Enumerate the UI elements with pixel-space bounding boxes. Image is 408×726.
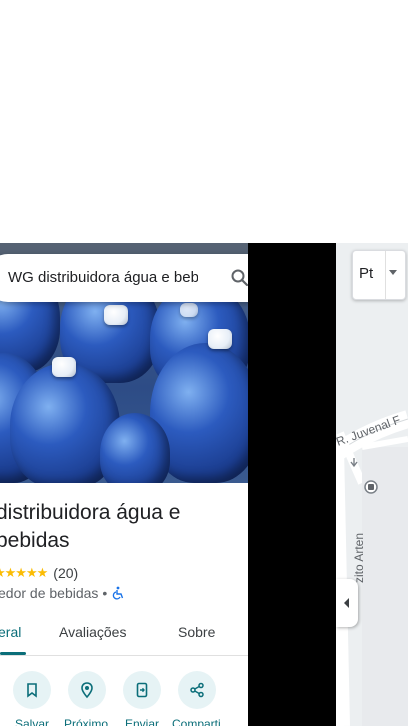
wheelchair-accessible-icon xyxy=(111,586,125,600)
chevron-down-icon[interactable] xyxy=(389,270,397,275)
share-button[interactable] xyxy=(178,671,216,709)
search-icon[interactable] xyxy=(230,268,250,288)
bookmark-icon xyxy=(27,683,37,698)
category-separator: • xyxy=(102,585,108,601)
category-row: edor de bebidas • xyxy=(0,584,125,602)
street-label-arten: zito Arten xyxy=(352,533,366,583)
map-roads: R. Juvenal F zito Arten xyxy=(336,410,408,726)
nearby-icon xyxy=(81,682,93,699)
save-label: Salvar xyxy=(15,717,50,726)
tab-about[interactable]: Sobre xyxy=(178,613,215,655)
place-category[interactable]: edor de bebidas xyxy=(0,585,98,601)
tab-overview[interactable]: eral xyxy=(0,613,21,655)
save-button[interactable] xyxy=(13,671,51,709)
chevron-left-icon xyxy=(344,598,349,608)
place-tabs: eral Avaliações Sobre xyxy=(0,613,248,656)
tab-reviews[interactable]: Avaliações xyxy=(59,613,126,655)
top-blank-area xyxy=(0,0,408,243)
rating-row[interactable]: ★★★★★ (20) xyxy=(0,564,78,582)
review-count[interactable]: (20) xyxy=(53,565,78,581)
bottle-cap xyxy=(180,303,198,317)
action-buttons: Salvar Próximo Enviar Comparti xyxy=(0,671,248,726)
send-to-phone-icon xyxy=(136,682,148,698)
send-to-phone-button[interactable] xyxy=(123,671,161,709)
nearby-button[interactable] xyxy=(68,671,106,709)
panel-gap xyxy=(248,243,336,726)
place-panel: distribuidora água e bebidas ★★★★★ (20) … xyxy=(0,243,248,726)
language-label: Pt xyxy=(359,265,374,282)
active-tab-indicator xyxy=(0,652,26,655)
collapse-panel-button[interactable] xyxy=(336,579,358,627)
language-divider xyxy=(385,251,386,299)
bottle-image xyxy=(100,413,170,483)
bottle-cap xyxy=(208,329,232,349)
rating-stars: ★★★★★ xyxy=(0,565,48,580)
bottle-cap xyxy=(52,357,76,377)
send-label: Enviar xyxy=(125,717,160,726)
share-label: Comparti xyxy=(172,717,221,726)
place-title: distribuidora água e bebidas xyxy=(0,501,181,552)
share-icon xyxy=(190,682,204,698)
bottle-cap xyxy=(104,305,128,325)
language-selector[interactable]: Pt xyxy=(352,250,406,300)
search-input[interactable]: WG distribuidora água e bebidas xyxy=(8,269,198,286)
map-view[interactable]: R. Juvenal F zito Arten xyxy=(336,243,408,726)
nearby-label: Próximo xyxy=(64,717,109,726)
